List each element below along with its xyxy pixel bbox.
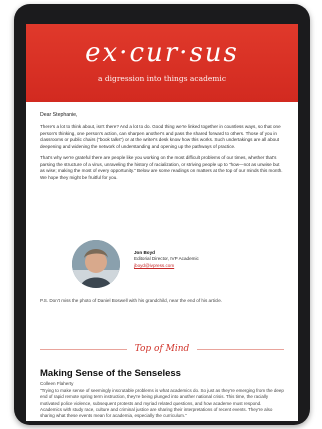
divider-line-left — [40, 348, 127, 350]
signature-email-link[interactable]: jboyd@ivpress.com — [134, 263, 199, 269]
letter-paragraph: There's a lot to think about, isn't ther… — [40, 124, 281, 149]
section-divider: Top of Mind — [40, 342, 285, 356]
signature-title: Editorial Director, IVP Academic — [134, 256, 199, 262]
signature-text: Jon Boyd Editorial Director, IVP Academi… — [134, 250, 199, 269]
email-screen: ex·cur·sus a digression into things acad… — [26, 24, 298, 421]
brand-title: ex·cur·sus — [85, 38, 239, 68]
portrait-icon — [72, 240, 120, 288]
newsletter-header: ex·cur·sus a digression into things acad… — [26, 24, 298, 102]
signature-block: Jon Boyd Editorial Director, IVP Academi… — [40, 240, 284, 292]
divider-line-right — [197, 348, 285, 350]
letter-body: Dear Stephanie, There's a lot to think a… — [40, 112, 284, 186]
article-excerpt: "Trying to make sense of seemingly inscr… — [40, 388, 284, 419]
section-title: Top of Mind — [134, 344, 190, 354]
brand-tagline: a digression into things academic — [97, 74, 227, 83]
salutation: Dear Stephanie, — [40, 112, 78, 118]
article-byline: Colleen Flaherty — [40, 381, 74, 386]
article-title[interactable]: Making Sense of the Senseless — [40, 368, 181, 379]
letter-paragraph: That's why we're grateful there are peop… — [40, 155, 283, 180]
avatar — [72, 240, 120, 288]
tablet-frame: ex·cur·sus a digression into things acad… — [14, 4, 310, 425]
postscript: P.S. Don't miss the photo of Daniel Bosw… — [40, 298, 223, 303]
